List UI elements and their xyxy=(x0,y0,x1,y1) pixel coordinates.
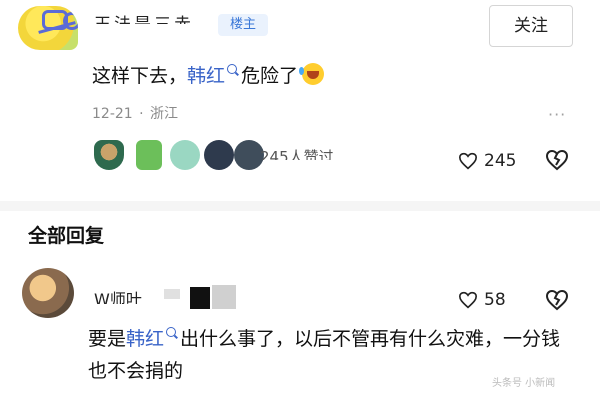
comment-suffix: 危险了 xyxy=(241,65,299,87)
comment-text: 这样下去，韩红 危险了 xyxy=(92,61,325,88)
comment-location: 浙江 xyxy=(150,106,179,122)
comment-date: 12-21 xyxy=(92,106,133,122)
heart-icon xyxy=(458,291,478,309)
reply-like-count: 58 xyxy=(484,290,506,310)
liked-by-text[interactable]: 245人赞过 xyxy=(260,146,334,160)
comment-meta: 12-21 · 浙江 xyxy=(92,103,178,123)
reply-username[interactable]: W师叶 xyxy=(94,286,142,304)
search-icon[interactable] xyxy=(227,64,238,74)
redacted-block xyxy=(212,285,236,309)
reply-prefix: 要是 xyxy=(88,328,127,350)
like-count: 245 xyxy=(484,151,517,171)
liker-avatar[interactable] xyxy=(170,140,200,170)
comment-prefix: 这样下去， xyxy=(92,65,188,87)
mention-link[interactable]: 韩红 xyxy=(187,65,225,87)
reply-avatar[interactable] xyxy=(22,268,74,318)
liker-avatar[interactable] xyxy=(204,140,234,170)
username[interactable]: 王法是三赤 xyxy=(94,10,194,24)
redacted-block xyxy=(164,289,180,299)
heart-icon xyxy=(458,152,478,170)
all-replies-title: 全部回复 xyxy=(28,225,105,245)
dislike-icon[interactable] xyxy=(545,148,569,172)
laughing-emoji-icon xyxy=(299,63,325,85)
liker-avatar[interactable] xyxy=(94,140,124,170)
mention-link[interactable]: 韩红 xyxy=(126,328,164,350)
more-options-icon[interactable]: ··· xyxy=(548,105,566,124)
reply-like-button[interactable]: 58 xyxy=(458,289,506,311)
liker-avatar[interactable] xyxy=(136,140,162,170)
likers-row[interactable]: 245人赞过 xyxy=(92,140,392,176)
like-button[interactable]: 245 xyxy=(458,150,516,172)
owner-badge: 楼主 xyxy=(218,14,268,36)
section-divider xyxy=(0,201,600,211)
location-separator: · xyxy=(139,106,144,122)
watermark: 头条号 小新闻 xyxy=(492,378,556,389)
search-icon[interactable] xyxy=(166,327,177,337)
redacted-block xyxy=(190,287,210,309)
dislike-icon[interactable] xyxy=(545,288,569,312)
user-avatar[interactable] xyxy=(18,6,78,50)
follow-button[interactable]: 关注 xyxy=(489,5,573,47)
